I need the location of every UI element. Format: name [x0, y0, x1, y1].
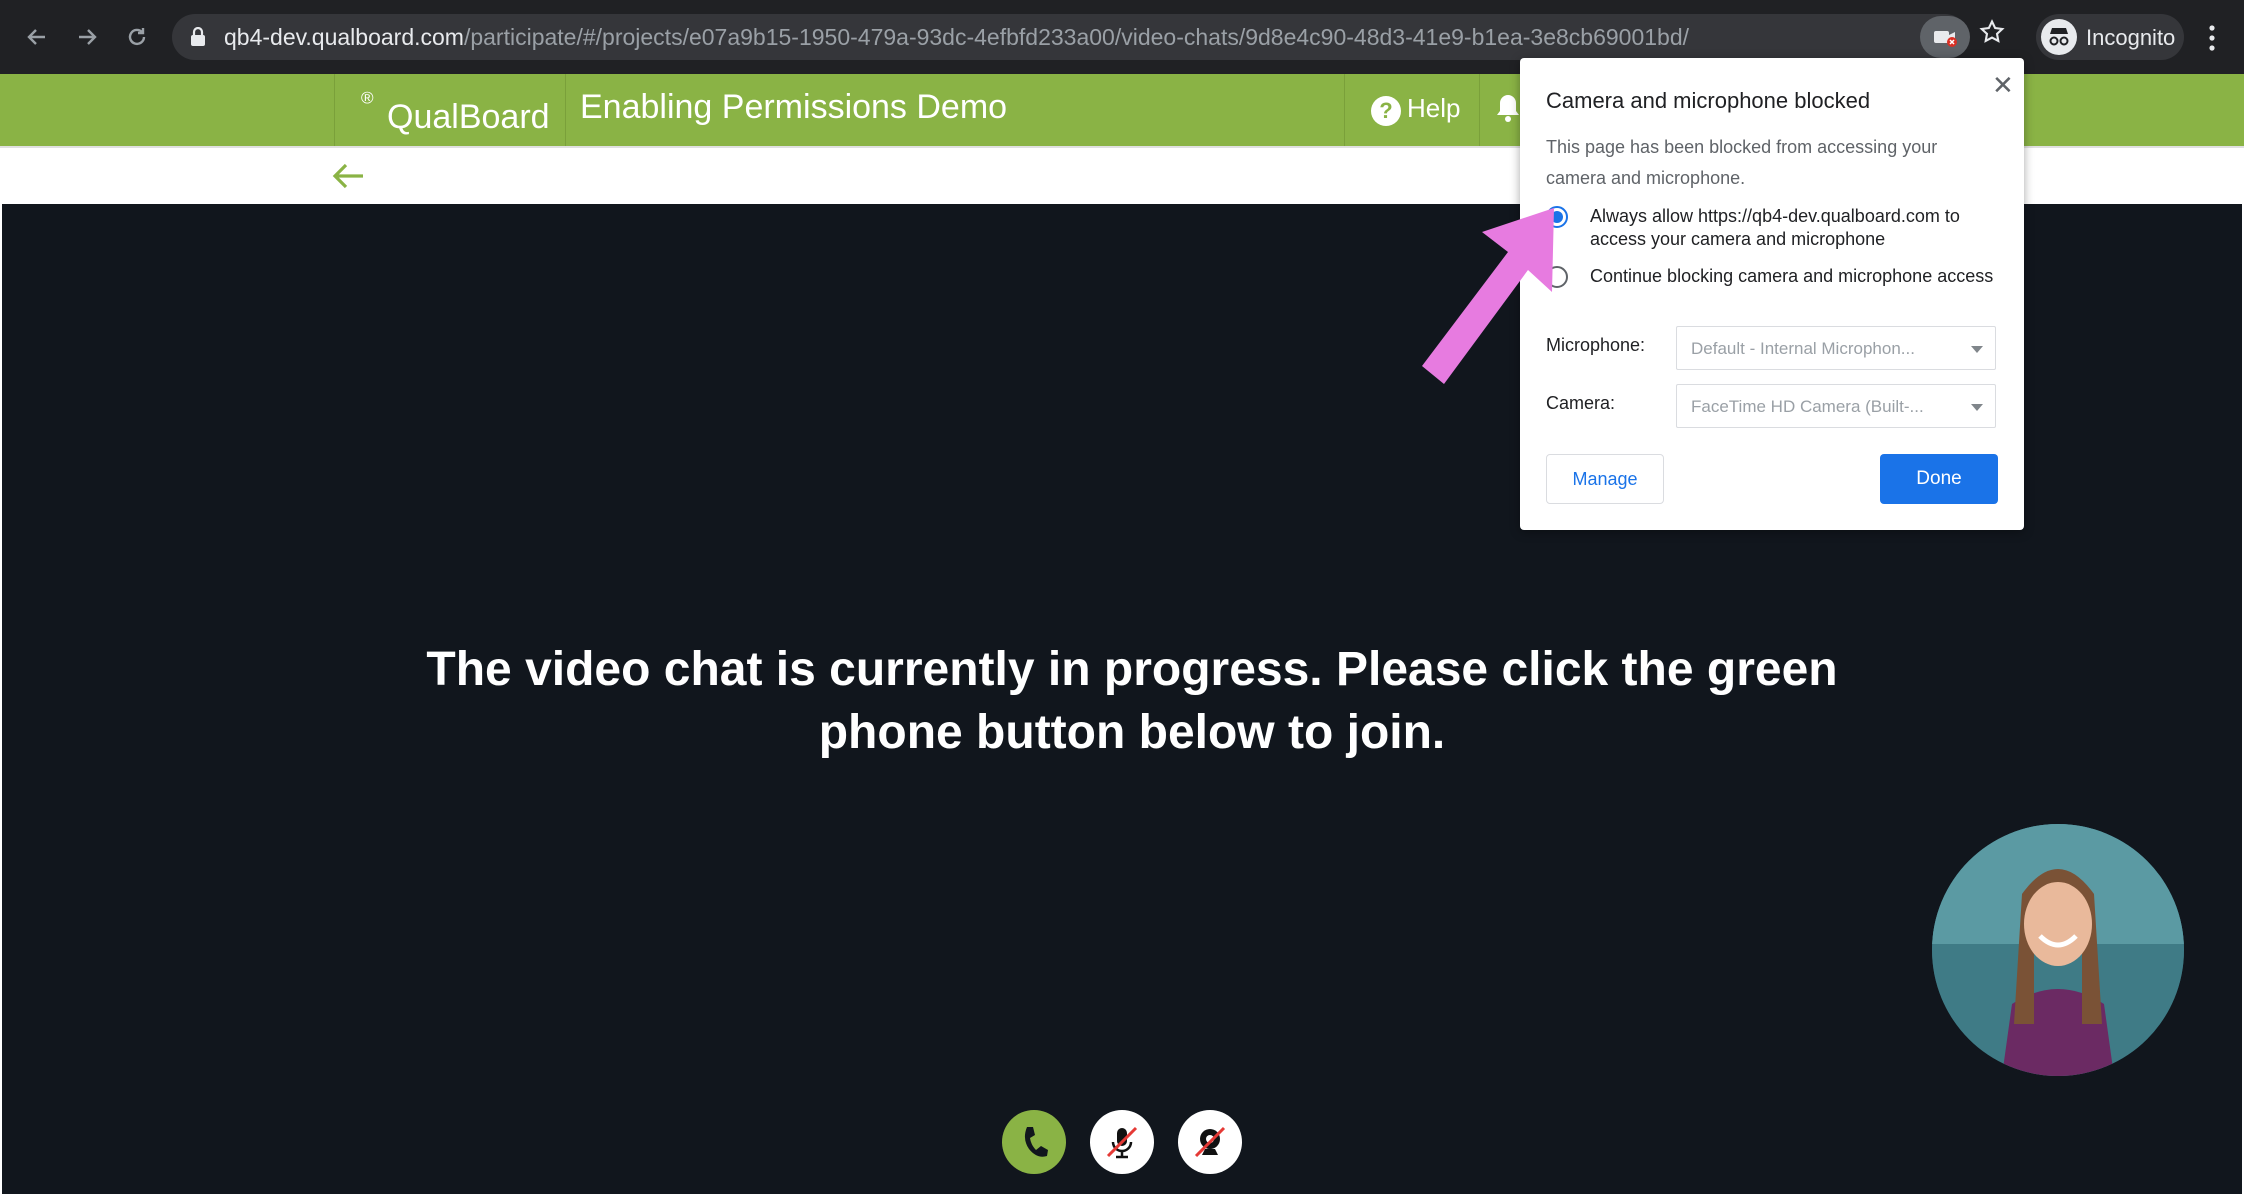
bookmark-star-icon[interactable]	[1978, 18, 2006, 51]
join-call-button[interactable]	[1002, 1110, 1066, 1174]
popup-title: Camera and microphone blocked	[1546, 88, 1871, 113]
notification-bell-icon[interactable]	[1494, 92, 1522, 129]
page-title: Enabling Permissions Demo	[580, 88, 1008, 126]
camera-permission-popup: ✕ Camera and microphone blocked This pag…	[1520, 58, 2024, 530]
call-controls	[1002, 1110, 1262, 1176]
help-icon: ?	[1371, 96, 1401, 126]
phone-icon	[1024, 1127, 1048, 1157]
done-button[interactable]: Done	[1880, 454, 1998, 504]
popup-description: This page has been blocked from accessin…	[1546, 137, 1938, 188]
help-label: Help	[1407, 93, 1461, 123]
video-chat-message: The video chat is currently in progress.…	[426, 643, 1838, 759]
back-arrow-icon[interactable]	[330, 160, 366, 197]
forward-icon[interactable]	[70, 20, 104, 54]
incognito-icon	[2041, 19, 2077, 55]
lock-icon[interactable]	[190, 26, 206, 52]
logo-text: QualBoard	[387, 98, 550, 136]
camera-value: FaceTime HD Camera (Built-...	[1691, 397, 1924, 416]
microphone-select[interactable]: Default - Internal Microphon...	[1676, 326, 1996, 370]
chevron-down-icon	[1971, 404, 1983, 411]
chevron-down-icon	[1971, 346, 1983, 353]
camera-label: Camera:	[1546, 393, 1616, 413]
reload-icon[interactable]	[120, 20, 154, 54]
qualboard-logo[interactable]: QualBoard ®	[334, 74, 566, 146]
logo-registered-mark: ®	[361, 88, 374, 108]
always-allow-label[interactable]: Always allow https://qb4-dev.qualboard.c…	[1590, 205, 2010, 251]
self-view-avatar	[1932, 824, 2184, 1076]
camera-select[interactable]: FaceTime HD Camera (Built-...	[1676, 384, 1996, 428]
more-menu-icon[interactable]	[2202, 20, 2222, 56]
annotation-arrow-icon	[1416, 200, 1566, 395]
incognito-profile[interactable]: Incognito	[2036, 14, 2184, 60]
microphone-toggle-button[interactable]	[1090, 1110, 1154, 1174]
microphone-muted-icon	[1106, 1126, 1138, 1159]
address-bar[interactable]: qb4-dev.qualboard.com/participate/#/proj…	[172, 14, 1968, 60]
incognito-label: Incognito	[2086, 25, 2176, 50]
back-icon[interactable]	[20, 20, 54, 54]
help-button[interactable]: ? Help	[1344, 74, 1480, 146]
camera-off-icon	[1194, 1126, 1226, 1158]
camera-toggle-button[interactable]	[1178, 1110, 1242, 1174]
close-icon[interactable]: ✕	[1992, 72, 2014, 98]
camera-blocked-icon[interactable]	[1920, 16, 1970, 58]
url-path: /participate/#/projects/e07a9b15-1950-47…	[463, 24, 1689, 50]
microphone-value: Default - Internal Microphon...	[1691, 339, 1915, 358]
manage-button[interactable]: Manage	[1546, 454, 1664, 504]
url-host: qb4-dev.qualboard.com	[224, 24, 464, 50]
continue-blocking-label[interactable]: Continue blocking camera and microphone …	[1590, 265, 2010, 288]
url-text[interactable]: qb4-dev.qualboard.com/participate/#/proj…	[224, 24, 1689, 51]
